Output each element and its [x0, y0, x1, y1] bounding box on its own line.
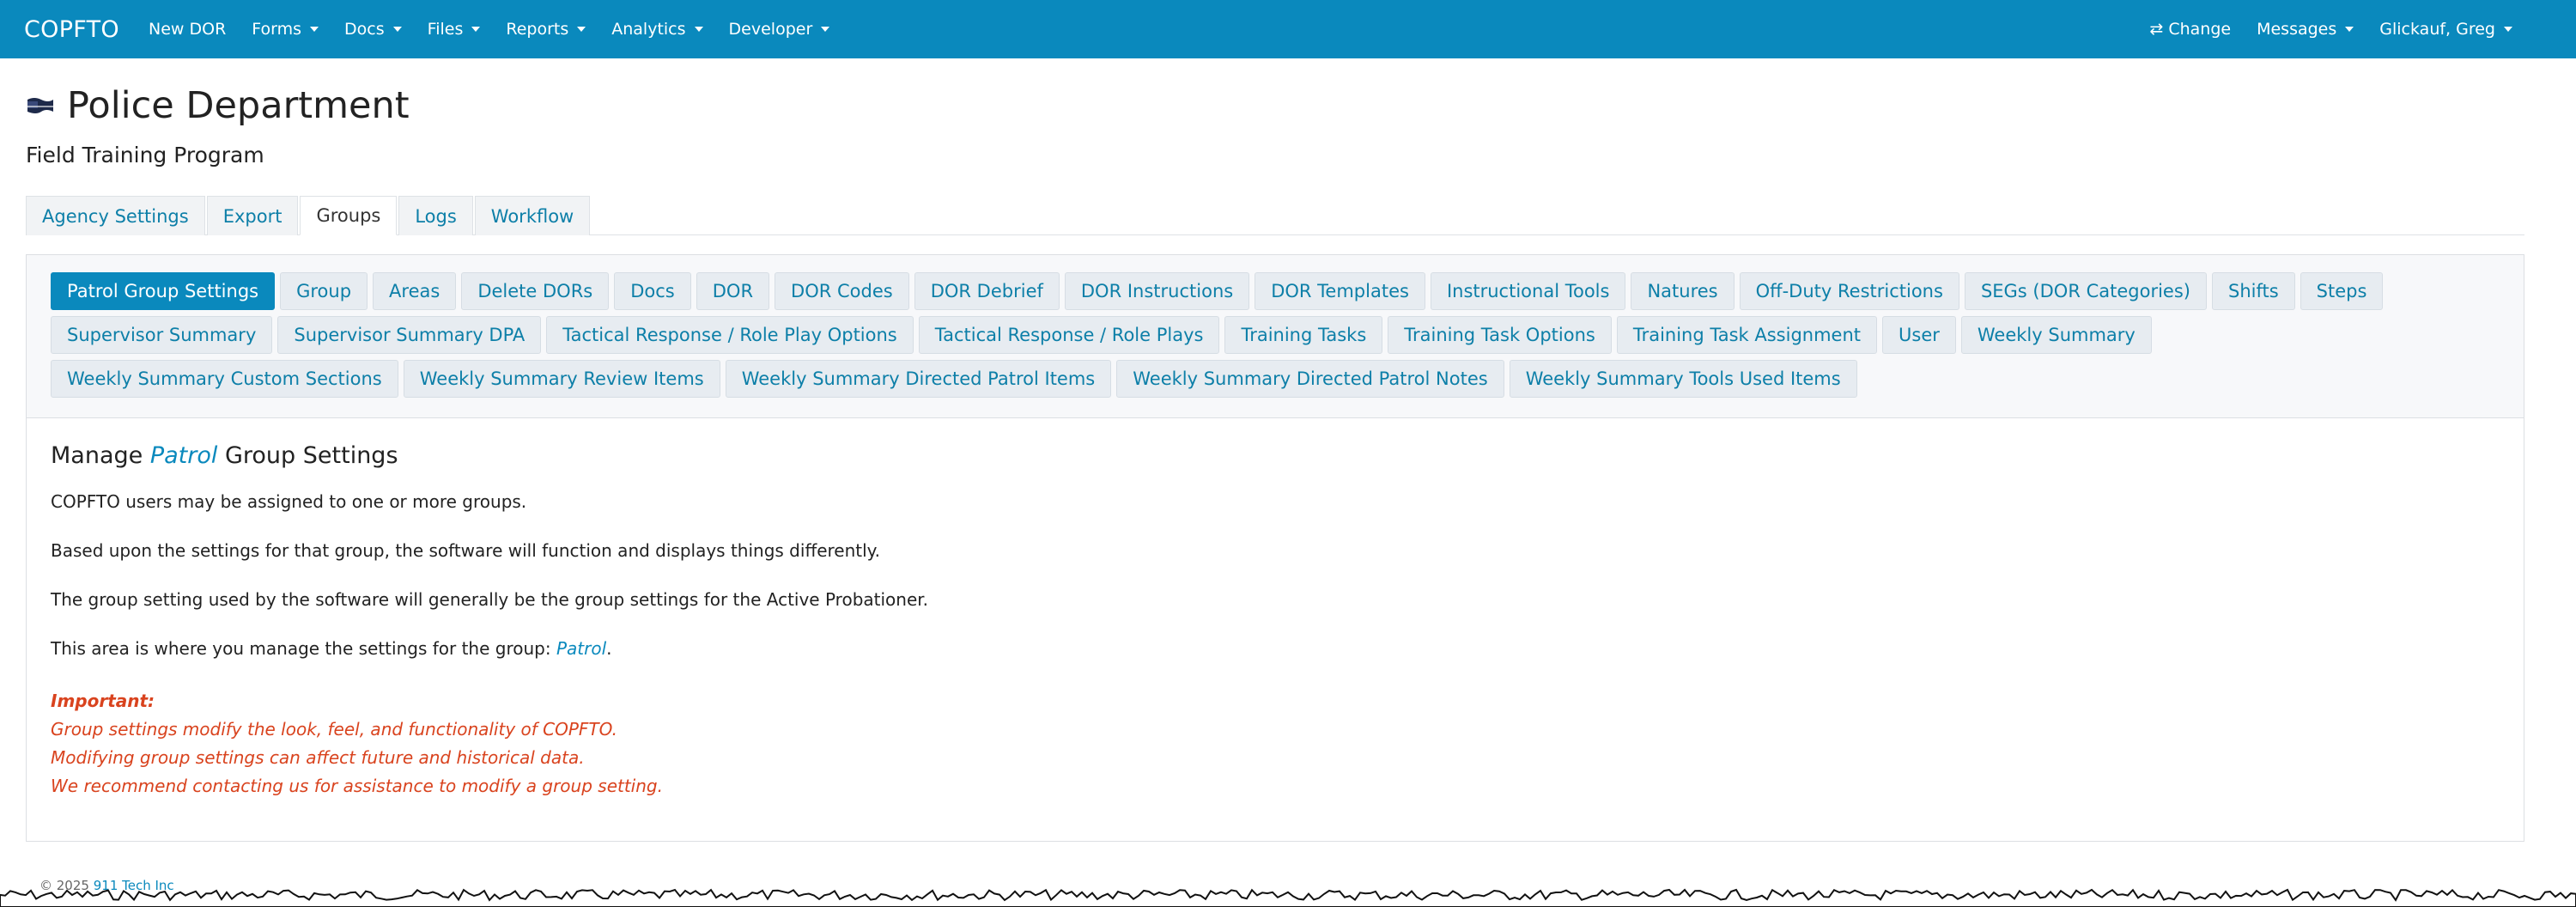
- nav-item-label: Developer: [728, 20, 813, 39]
- messages-menu[interactable]: Messages: [2257, 20, 2354, 39]
- caret-down-icon: [694, 27, 703, 32]
- page-subtitle: Field Training Program: [26, 143, 264, 167]
- nav-item-label: Reports: [506, 20, 569, 39]
- nav-item-label: Docs: [344, 20, 385, 39]
- tab-groups[interactable]: Groups: [300, 196, 398, 235]
- info-paragraph-2: Based upon the settings for that group, …: [51, 540, 881, 561]
- pill-group[interactable]: Group: [280, 272, 368, 310]
- group-settings-panel: Patrol Group Settings Group Areas Delete DO…: [26, 254, 2524, 842]
- caret-down-icon: [2504, 27, 2512, 32]
- pill-dor-codes[interactable]: DOR Codes: [775, 272, 909, 310]
- change-link[interactable]: ⇄ Change: [2149, 20, 2231, 39]
- pill-weekly-summary-directed-patrol-notes[interactable]: Weekly Summary Directed Patrol Notes: [1116, 360, 1504, 398]
- pill-off-duty-restrictions[interactable]: Off-Duty Restrictions: [1739, 272, 1959, 310]
- pill-segs-dor-categories[interactable]: SEGs (DOR Categories): [1964, 272, 2207, 310]
- tab-export[interactable]: Export: [206, 196, 299, 235]
- nav-item-analytics[interactable]: Analytics: [611, 20, 703, 39]
- info-paragraph-3: The group setting used by the software w…: [51, 589, 929, 610]
- panel-header: Patrol Group Settings Group Areas Delete DO…: [27, 255, 2524, 418]
- pill-areas[interactable]: Areas: [373, 272, 457, 310]
- pill-tactical-response-role-play-options[interactable]: Tactical Response / Role Play Options: [546, 316, 914, 354]
- page-header: Police Department: [26, 84, 410, 127]
- info-paragraph-4-prefix: This area is where you manage the settin…: [51, 638, 551, 659]
- pill-patrol-group-settings[interactable]: Patrol Group Settings: [51, 272, 276, 310]
- nav-left: New DOR Forms Docs Files Reports Analytics Dev…: [149, 20, 830, 39]
- pill-weekly-summary-tools-used-items[interactable]: Weekly Summary Tools Used Items: [1509, 360, 1857, 398]
- messages-label: Messages: [2257, 20, 2337, 39]
- manage-title-prefix: Manage: [51, 442, 143, 469]
- important-line-2: Modifying group settings can affect futu…: [51, 747, 585, 768]
- pill-weekly-summary-review-items[interactable]: Weekly Summary Review Items: [403, 360, 720, 398]
- pill-supervisor-summary[interactable]: Supervisor Summary: [51, 316, 273, 354]
- pill-training-task-assignment[interactable]: Training Task Assignment: [1616, 316, 1878, 354]
- nav-item-forms[interactable]: Forms: [252, 20, 319, 39]
- pill-tactical-response-role-plays[interactable]: Tactical Response / Role Plays: [918, 316, 1220, 354]
- info-paragraph-4-group: Patrol: [556, 638, 607, 659]
- manage-title-group: Patrol: [149, 442, 218, 469]
- tab-logs[interactable]: Logs: [398, 196, 473, 235]
- nav-item-reports[interactable]: Reports: [506, 20, 586, 39]
- settings-tabs: Agency Settings Export Groups Logs Workflow: [26, 196, 2524, 235]
- caret-down-icon: [310, 27, 319, 32]
- pill-weekly-summary-directed-patrol-items[interactable]: Weekly Summary Directed Patrol Items: [725, 360, 1112, 398]
- group-nav-pills: Patrol Group Settings Group Areas Delete DO…: [51, 272, 2500, 398]
- pill-docs[interactable]: Docs: [614, 272, 691, 310]
- pill-user[interactable]: User: [1882, 316, 1956, 354]
- pill-delete-dors[interactable]: Delete DORs: [461, 272, 610, 310]
- pill-shifts[interactable]: Shifts: [2211, 272, 2295, 310]
- pill-instructional-tools[interactable]: Instructional Tools: [1430, 272, 1626, 310]
- pill-steps[interactable]: Steps: [2300, 272, 2384, 310]
- nav-item-files[interactable]: Files: [428, 20, 481, 39]
- user-name: Glickauf, Greg: [2379, 20, 2495, 39]
- caret-down-icon: [577, 27, 586, 32]
- nav-item-label: Analytics: [611, 20, 686, 39]
- top-navbar: COPFTO New DOR Forms Docs Files Reports Analy…: [0, 0, 2576, 58]
- nav-right: ⇄ Change Messages Glickauf, Greg: [2149, 20, 2512, 39]
- tab-agency-settings[interactable]: Agency Settings: [26, 196, 205, 235]
- info-paragraph-4-suffix: .: [606, 638, 612, 659]
- pill-training-tasks[interactable]: Training Tasks: [1224, 316, 1383, 354]
- user-menu[interactable]: Glickauf, Greg: [2379, 20, 2512, 39]
- pill-training-task-options[interactable]: Training Task Options: [1388, 316, 1612, 354]
- nav-item-label: Files: [427, 20, 464, 39]
- nav-item-developer[interactable]: Developer: [729, 20, 830, 39]
- pill-supervisor-summary-dpa[interactable]: Supervisor Summary DPA: [277, 316, 542, 354]
- caret-down-icon: [471, 27, 481, 32]
- nav-item-docs[interactable]: Docs: [344, 20, 402, 39]
- pill-dor[interactable]: DOR: [696, 272, 770, 310]
- caret-down-icon: [392, 27, 402, 32]
- nav-item-new-dor[interactable]: New DOR: [149, 20, 226, 39]
- nav-item-label: New DOR: [149, 20, 227, 39]
- pill-dor-debrief[interactable]: DOR Debrief: [914, 272, 1060, 310]
- info-paragraph-1: COPFTO users may be assigned to one or m…: [51, 491, 527, 512]
- tab-workflow[interactable]: Workflow: [474, 196, 591, 235]
- nav-item-label: Forms: [252, 20, 302, 39]
- manage-title: Manage Patrol Group Settings: [51, 442, 2500, 469]
- torn-edge-decoration: [0, 888, 2576, 907]
- pill-dor-instructions[interactable]: DOR Instructions: [1064, 272, 1250, 310]
- pill-weekly-summary-custom-sections[interactable]: Weekly Summary Custom Sections: [51, 360, 398, 398]
- important-line-3: We recommend contacting us for assistanc…: [51, 776, 663, 796]
- pill-dor-templates[interactable]: DOR Templates: [1255, 272, 1425, 310]
- important-label: Important:: [51, 691, 155, 711]
- page-title: Police Department: [67, 84, 410, 127]
- pill-weekly-summary[interactable]: Weekly Summary: [1960, 316, 2152, 354]
- flag-icon: [27, 98, 53, 113]
- caret-down-icon: [821, 27, 830, 32]
- pill-natures[interactable]: Natures: [1631, 272, 1735, 310]
- brand-link[interactable]: COPFTO: [24, 16, 119, 43]
- panel-body: Manage Patrol Group Settings COPFTO user…: [27, 418, 2524, 825]
- info-paragraph-4: This area is where you manage the settin…: [51, 638, 2500, 659]
- caret-down-icon: [2345, 27, 2354, 32]
- important-warning: Important: Group settings modify the loo…: [51, 687, 2500, 800]
- important-line-1: Group settings modify the look, feel, an…: [51, 719, 617, 740]
- manage-title-suffix: Group Settings: [224, 442, 398, 469]
